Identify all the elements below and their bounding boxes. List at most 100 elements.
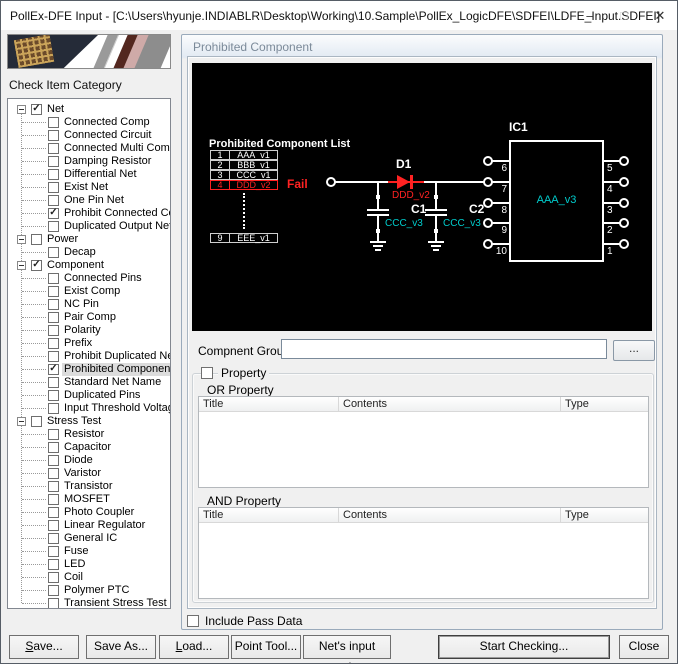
- tree-checkbox[interactable]: [48, 468, 59, 479]
- save-button[interactable]: Save...: [9, 635, 79, 659]
- tree-item-capacitor[interactable]: Capacitor: [8, 441, 170, 454]
- tree-item-transient-stress-test[interactable]: Transient Stress Test: [8, 597, 170, 608]
- tree-checkbox[interactable]: [48, 299, 59, 310]
- check-item-tree[interactable]: ✓ Net Connected Comp Connected Circuit Conne…: [7, 98, 171, 609]
- tree-checkbox[interactable]: [48, 481, 59, 492]
- tree-item-power[interactable]: Power: [8, 233, 170, 246]
- tree-item-label[interactable]: Linear Regulator: [62, 519, 147, 532]
- tree-item-varistor[interactable]: Varistor: [8, 467, 170, 480]
- tree-item-photo-coupler[interactable]: Photo Coupler: [8, 506, 170, 519]
- start-checking-button[interactable]: Start Checking...: [438, 635, 610, 659]
- tree-checkbox[interactable]: [48, 247, 59, 258]
- column-title[interactable]: Title: [199, 397, 339, 411]
- tree-item-label[interactable]: Net: [45, 103, 66, 116]
- tree-checkbox[interactable]: [48, 169, 59, 180]
- collapse-icon[interactable]: [17, 235, 26, 244]
- tree-item-label[interactable]: Component: [45, 259, 106, 272]
- tree-item-label[interactable]: Pair Comp: [62, 311, 118, 324]
- tree-item-label[interactable]: Connected Circuit: [62, 129, 153, 142]
- tree-checkbox[interactable]: [48, 442, 59, 453]
- column-contents[interactable]: Contents: [339, 397, 561, 411]
- tree-checkbox[interactable]: ✓: [48, 364, 59, 375]
- close-dialog-button[interactable]: Close: [619, 635, 669, 659]
- tree-item-label[interactable]: Coil: [62, 571, 85, 584]
- tree-item-exist-comp[interactable]: Exist Comp: [8, 285, 170, 298]
- tree-checkbox[interactable]: [48, 546, 59, 557]
- tree-item-mosfet[interactable]: MOSFET: [8, 493, 170, 506]
- tree-item-duplicated-output-net[interactable]: Duplicated Output Net: [8, 220, 170, 233]
- browse-button[interactable]: ...: [613, 340, 655, 361]
- tree-item-duplicated-pins[interactable]: Duplicated Pins: [8, 389, 170, 402]
- tree-item-led[interactable]: LED: [8, 558, 170, 571]
- tree-checkbox[interactable]: [48, 117, 59, 128]
- tree-item-decap[interactable]: Decap: [8, 246, 170, 259]
- title-bar[interactable]: PollEx-DFE Input - [C:\Users\hyunje.INDI…: [1, 1, 677, 30]
- tree-checkbox[interactable]: [48, 338, 59, 349]
- tree-item-label[interactable]: Photo Coupler: [62, 506, 136, 519]
- nets-input-setting-button[interactable]: Net's input setting: [303, 635, 391, 663]
- tree-item-standard-net-name[interactable]: Standard Net Name: [8, 376, 170, 389]
- tree-checkbox[interactable]: [48, 325, 59, 336]
- tree-item-label[interactable]: MOSFET: [62, 493, 112, 506]
- collapse-icon[interactable]: [17, 105, 26, 114]
- tree-item-label[interactable]: Diode: [62, 454, 95, 467]
- tree-item-label[interactable]: One Pin Net: [62, 194, 126, 207]
- tree-checkbox[interactable]: [48, 455, 59, 466]
- close-button[interactable]: ✕: [644, 1, 676, 30]
- tree-item-resistor[interactable]: Resistor: [8, 428, 170, 441]
- tree-item-polymer-ptc[interactable]: Polymer PTC: [8, 584, 170, 597]
- load-button[interactable]: Load...: [159, 635, 229, 659]
- tree-item-label[interactable]: Duplicated Pins: [62, 389, 142, 402]
- tree-checkbox[interactable]: [48, 286, 59, 297]
- and-property-table[interactable]: Title Contents Type: [198, 507, 649, 599]
- tree-checkbox[interactable]: [48, 520, 59, 531]
- tree-item-connected-multi-comp[interactable]: Connected Multi Comp: [8, 142, 170, 155]
- tree-item-label[interactable]: Connected Multi Comp: [62, 142, 170, 155]
- tree-checkbox[interactable]: [48, 312, 59, 323]
- tree-item-label[interactable]: Exist Comp: [62, 285, 122, 298]
- tree-checkbox[interactable]: [48, 598, 59, 608]
- tree-checkbox[interactable]: ✓: [31, 260, 42, 271]
- tree-checkbox[interactable]: [31, 234, 42, 245]
- tree-item-component[interactable]: ✓ Component: [8, 259, 170, 272]
- tree-checkbox[interactable]: [48, 182, 59, 193]
- tree-checkbox[interactable]: [48, 403, 59, 414]
- point-tool-button[interactable]: Point Tool...: [231, 635, 301, 659]
- maximize-button[interactable]: □: [608, 1, 640, 30]
- tree-checkbox[interactable]: [48, 143, 59, 154]
- tree-item-net[interactable]: ✓ Net: [8, 103, 170, 116]
- tree-item-label[interactable]: LED: [62, 558, 87, 571]
- tree-checkbox[interactable]: [48, 494, 59, 505]
- tree-item-prohibit-duplicated-net[interactable]: Prohibit Duplicated Net: [8, 350, 170, 363]
- save-as-button[interactable]: Save As...: [86, 635, 156, 659]
- tree-item-label[interactable]: General IC: [62, 532, 119, 545]
- tree-item-linear-regulator[interactable]: Linear Regulator: [8, 519, 170, 532]
- tree-item-label[interactable]: Damping Resistor: [62, 155, 153, 168]
- tree-checkbox[interactable]: [48, 351, 59, 362]
- tree-item-label[interactable]: Transient Stress Test: [62, 597, 169, 608]
- tree-item-label[interactable]: Differential Net: [62, 168, 139, 181]
- tree-item-damping-resistor[interactable]: Damping Resistor: [8, 155, 170, 168]
- tree-checkbox[interactable]: [48, 559, 59, 570]
- tree-item-label[interactable]: Fuse: [62, 545, 90, 558]
- tree-checkbox[interactable]: [48, 429, 59, 440]
- tree-item-label[interactable]: Resistor: [62, 428, 106, 441]
- tree-item-general-ic[interactable]: General IC: [8, 532, 170, 545]
- tree-item-label[interactable]: Prefix: [62, 337, 94, 350]
- tree-item-differential-net[interactable]: Differential Net: [8, 168, 170, 181]
- tree-checkbox[interactable]: ✓: [31, 104, 42, 115]
- column-title[interactable]: Title: [199, 508, 339, 522]
- tree-checkbox[interactable]: [48, 585, 59, 596]
- tree-item-pair-comp[interactable]: Pair Comp: [8, 311, 170, 324]
- tree-item-input-threshold-voltage[interactable]: Input Threshold Voltage: [8, 402, 170, 415]
- property-checkbox[interactable]: [201, 367, 213, 379]
- tree-item-prefix[interactable]: Prefix: [8, 337, 170, 350]
- tree-item-label[interactable]: Exist Net: [62, 181, 110, 194]
- tree-item-label[interactable]: Stress Test: [45, 415, 103, 428]
- tree-item-label[interactable]: Polymer PTC: [62, 584, 131, 597]
- tree-item-connected-pins[interactable]: Connected Pins: [8, 272, 170, 285]
- tree-item-prohibit-connected-comp[interactable]: ✓Prohibit Connected Comp: [8, 207, 170, 220]
- tree-item-label[interactable]: Prohibit Duplicated Net: [62, 350, 170, 363]
- tree-item-transistor[interactable]: Transistor: [8, 480, 170, 493]
- tree-item-label[interactable]: Power: [45, 233, 80, 246]
